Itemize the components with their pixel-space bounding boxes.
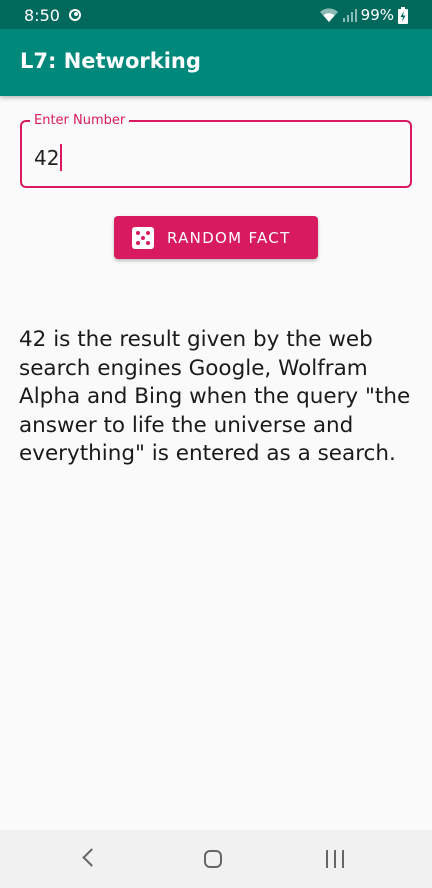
sync-icon (69, 9, 81, 21)
battery-icon (398, 6, 408, 24)
app-bar: L7: Networking (0, 29, 432, 96)
status-time: 8:50 (24, 6, 60, 25)
number-input-value-container[interactable]: 42 (34, 144, 63, 171)
number-input-value[interactable]: 42 (34, 146, 59, 170)
app-title: L7: Networking (20, 49, 201, 73)
random-fact-button[interactable]: RANDOM FACT (114, 216, 318, 259)
number-input-field[interactable]: Enter Number 42 (20, 113, 412, 188)
text-cursor (60, 144, 63, 171)
dice-icon (132, 227, 154, 249)
wifi-icon (319, 8, 338, 22)
status-bar: 8:50 99% (0, 0, 432, 29)
number-input-label: Enter Number (30, 113, 130, 128)
fact-text: 42 is the result given by the web search… (19, 327, 411, 466)
back-icon[interactable] (82, 848, 101, 867)
home-icon[interactable] (204, 850, 222, 868)
recents-icon[interactable] (326, 850, 344, 868)
signal-icon (342, 9, 357, 22)
navigation-bar (0, 830, 432, 888)
battery-percent: 99% (360, 6, 394, 24)
random-fact-button-label: RANDOM FACT (167, 229, 291, 247)
status-indicators: 99% (319, 5, 408, 25)
